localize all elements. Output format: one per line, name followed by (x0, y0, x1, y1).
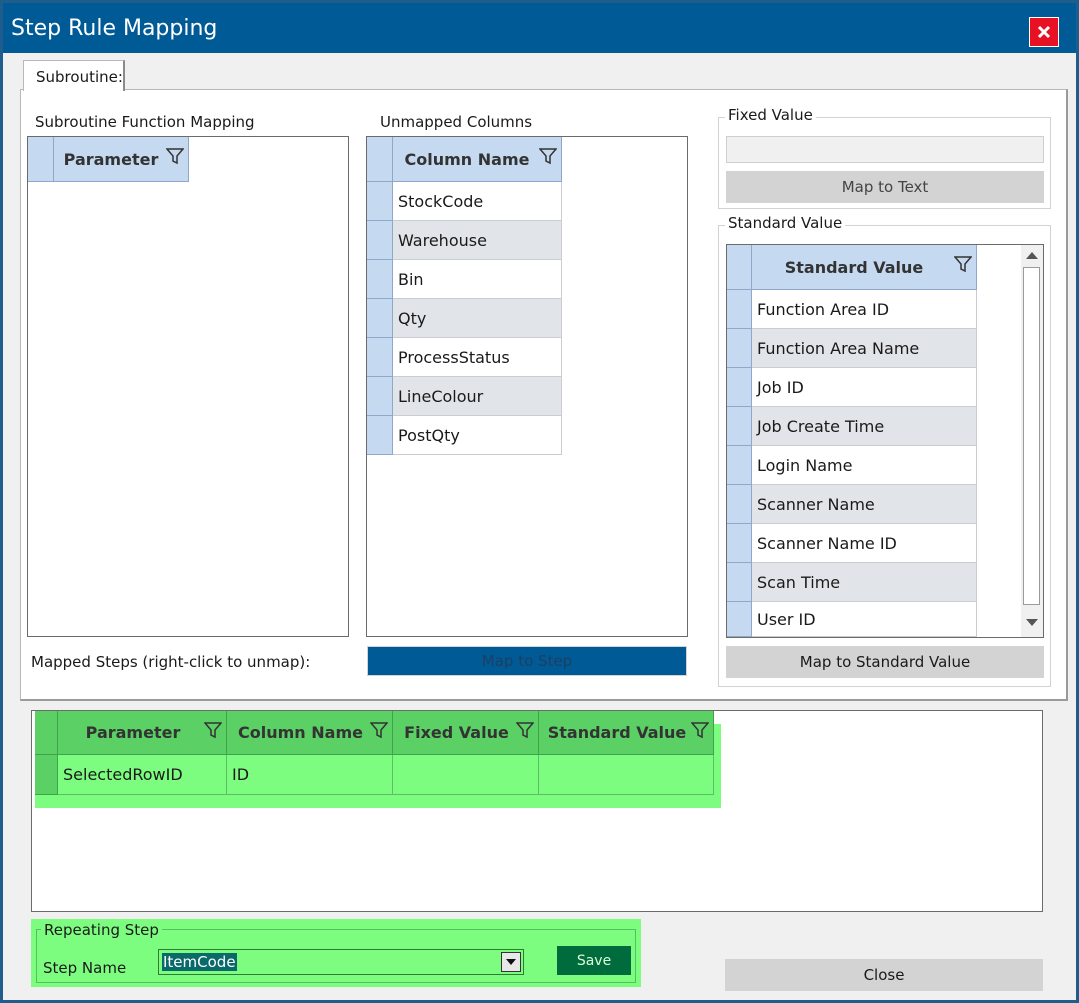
tab-subroutine[interactable]: Subroutine: (23, 60, 125, 91)
step-name-label: Step Name (43, 959, 127, 977)
row-header[interactable] (727, 446, 752, 485)
column-header-label: Parameter (63, 149, 159, 169)
filter-icon[interactable] (370, 721, 388, 739)
standard-value-group: Standard Value Standard Value Function A… (718, 214, 1051, 687)
row-header[interactable] (367, 221, 393, 260)
dialog-client: Subroutine: Subroutine Function Mapping … (3, 53, 1076, 1000)
list-item[interactable]: Function Area ID (752, 290, 977, 329)
row-header[interactable] (727, 485, 752, 524)
column-header-parameter[interactable]: Parameter (54, 137, 189, 182)
list-item[interactable]: Function Area Name (752, 329, 977, 368)
close-icon[interactable] (1029, 17, 1059, 47)
row-header[interactable] (727, 329, 752, 368)
filter-icon[interactable] (516, 721, 534, 739)
column-header-standard-value[interactable]: Standard Value (752, 245, 977, 290)
row-header[interactable] (367, 338, 393, 377)
list-item[interactable]: PostQty (393, 416, 562, 455)
repeating-step-group: Repeating Step Step Name ItemCode Save (31, 919, 641, 987)
filter-icon[interactable] (954, 255, 972, 273)
column-header-fixed-value[interactable]: Fixed Value (393, 711, 539, 755)
title-bar[interactable]: Step Rule Mapping (3, 3, 1076, 53)
list-item[interactable]: Job Create Time (752, 407, 977, 446)
list-item[interactable]: User ID (752, 602, 977, 637)
column-header-column-name[interactable]: Column Name (227, 711, 393, 755)
table-cell[interactable]: ID (227, 755, 393, 795)
window-title: Step Rule Mapping (11, 16, 218, 41)
list-item[interactable]: ProcessStatus (393, 338, 562, 377)
vertical-scrollbar[interactable] (1021, 245, 1043, 637)
filter-icon[interactable] (691, 721, 709, 739)
column-header-column-name[interactable]: Column Name (393, 137, 562, 182)
fixed-value-input[interactable] (726, 136, 1044, 163)
standard-value-label: Standard Value (725, 214, 846, 232)
column-header-label: Standard Value (784, 257, 924, 277)
row-header[interactable] (35, 755, 58, 795)
scroll-down-icon[interactable] (1026, 619, 1038, 627)
list-item[interactable]: Scan Time (752, 563, 977, 602)
row-header[interactable] (367, 299, 393, 338)
map-to-step-button[interactable]: Map to Step (367, 646, 687, 676)
column-header-label: Column Name (404, 149, 530, 169)
map-to-standard-value-button[interactable]: Map to Standard Value (726, 646, 1044, 678)
filter-icon[interactable] (539, 147, 557, 165)
fixed-value-label: Fixed Value (725, 106, 816, 124)
list-item[interactable]: StockCode (393, 182, 562, 221)
mapped-steps-label: Mapped Steps (right-click to unmap): (31, 653, 311, 671)
column-header-label: Fixed Value (404, 723, 509, 742)
column-header-parameter[interactable]: Parameter (58, 711, 227, 755)
list-item[interactable]: Scanner Name (752, 485, 977, 524)
chevron-down-icon (506, 959, 516, 965)
list-item[interactable]: Warehouse (393, 221, 562, 260)
table-cell[interactable] (539, 755, 714, 795)
step-name-combobox[interactable]: ItemCode (158, 949, 524, 975)
list-item[interactable]: Job ID (752, 368, 977, 407)
row-header-corner (28, 137, 54, 182)
list-item[interactable]: Bin (393, 260, 562, 299)
row-header[interactable] (727, 563, 752, 602)
subroutine-mapping-grid[interactable]: Parameter (27, 136, 349, 637)
row-header[interactable] (367, 260, 393, 299)
list-item[interactable]: Scanner Name ID (752, 524, 977, 563)
column-header-label: Standard Value (547, 723, 687, 742)
filter-icon[interactable] (166, 147, 184, 165)
step-name-value: ItemCode (162, 953, 237, 971)
row-header-corner (727, 245, 752, 290)
row-header-corner (367, 137, 393, 182)
unmapped-columns-grid[interactable]: Column Name StockCode Warehouse Bin Qty … (366, 136, 688, 637)
row-header[interactable] (727, 368, 752, 407)
column-header-standard-value[interactable]: Standard Value (539, 711, 714, 755)
row-header[interactable] (367, 416, 393, 455)
list-item[interactable]: Login Name (752, 446, 977, 485)
table-cell[interactable] (393, 755, 539, 795)
row-header[interactable] (727, 524, 752, 563)
scrollbar-thumb[interactable] (1023, 267, 1040, 605)
tab-panel: Subroutine Function Mapping Parameter Un… (20, 89, 1068, 701)
row-header[interactable] (727, 407, 752, 446)
row-header[interactable] (367, 182, 393, 221)
filter-icon[interactable] (204, 721, 222, 739)
row-header[interactable] (367, 377, 393, 416)
save-button[interactable]: Save (557, 946, 631, 975)
column-header-label: Parameter (85, 723, 181, 742)
subroutine-mapping-label: Subroutine Function Mapping (35, 113, 255, 131)
table-cell[interactable]: SelectedRowID (58, 755, 227, 795)
list-item[interactable]: LineColour (393, 377, 562, 416)
map-to-text-button[interactable]: Map to Text (726, 171, 1044, 203)
scroll-up-icon[interactable] (1026, 251, 1038, 259)
column-header-label: Column Name (238, 723, 363, 742)
row-header[interactable] (727, 290, 752, 329)
mapped-steps-grid[interactable]: Parameter Column Name Fixed Value Standa… (31, 710, 1043, 912)
list-item[interactable]: Qty (393, 299, 562, 338)
fixed-value-group: Fixed Value Map to Text (718, 106, 1051, 209)
dialog-window: Step Rule Mapping Subroutine: Subroutine… (0, 0, 1079, 1003)
dropdown-button[interactable] (501, 952, 521, 972)
standard-value-grid[interactable]: Standard Value Function Area ID Function… (726, 244, 1044, 638)
unmapped-columns-label: Unmapped Columns (380, 113, 533, 131)
row-header[interactable] (727, 602, 752, 637)
repeating-step-label: Repeating Step (41, 921, 162, 939)
row-header-corner (35, 711, 58, 755)
close-button[interactable]: Close (725, 959, 1043, 991)
